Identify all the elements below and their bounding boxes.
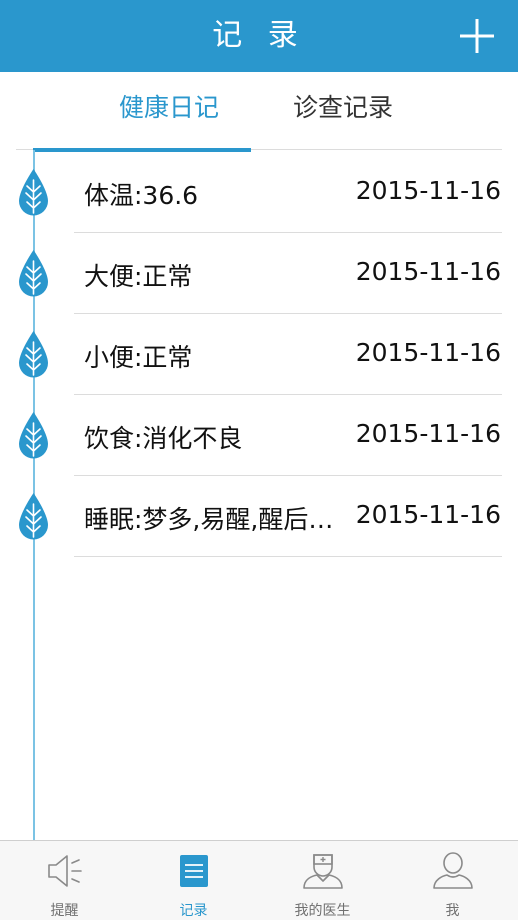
record-list: 体温:36.6 2015-11-16 大便:正常 2015-11-16 小便:正…	[0, 152, 518, 557]
tabbar-item-reminders[interactable]: 提醒	[0, 841, 129, 921]
page-title: 记 录	[212, 18, 306, 53]
row-divider	[74, 556, 502, 557]
record-label: 饮食:消化不良	[84, 424, 243, 453]
record-date: 2015-11-16	[355, 176, 501, 205]
bottom-tab-bar: 提醒 记录 我的医生 我	[0, 840, 518, 920]
tabbar-label: 提醒	[50, 903, 79, 919]
tabbar-item-me[interactable]: 我	[388, 841, 517, 921]
tabbar-label: 我的医生	[294, 903, 351, 919]
speaker-icon	[45, 851, 85, 891]
record-row[interactable]: 大便:正常 2015-11-16	[0, 233, 518, 314]
record-label: 睡眠:梦多,易醒,醒后难以入睡	[84, 505, 346, 534]
record-date: 2015-11-16	[355, 419, 501, 448]
nav-bar: 记 录	[0, 0, 518, 72]
record-row[interactable]: 体温:36.6 2015-11-16	[0, 152, 518, 233]
leaf-drop-icon	[18, 168, 49, 217]
leaf-drop-icon	[18, 330, 49, 379]
tabbar-item-records[interactable]: 记录	[129, 841, 258, 921]
document-icon	[174, 851, 214, 891]
plus-icon	[460, 19, 494, 53]
record-row[interactable]: 饮食:消化不良 2015-11-16	[0, 395, 518, 476]
record-date: 2015-11-16	[355, 500, 501, 529]
record-label: 体温:36.6	[84, 181, 199, 210]
tab-health-diary[interactable]: 健康日记	[119, 88, 219, 124]
leaf-drop-icon	[18, 411, 49, 460]
record-row[interactable]: 小便:正常 2015-11-16	[0, 314, 518, 395]
tabbar-label: 记录	[179, 903, 208, 919]
tabbar-item-my-doctor[interactable]: 我的医生	[258, 841, 387, 921]
record-date: 2015-11-16	[355, 257, 501, 286]
doctor-icon	[301, 851, 345, 891]
segment-tabs: 健康日记 诊查记录	[0, 72, 518, 152]
record-label: 小便:正常	[84, 343, 193, 372]
add-record-button[interactable]	[458, 17, 496, 55]
leaf-drop-icon	[18, 249, 49, 298]
tabbar-label: 我	[445, 903, 460, 919]
user-icon	[431, 851, 475, 891]
record-date: 2015-11-16	[355, 338, 501, 367]
leaf-drop-icon	[18, 492, 49, 541]
tab-exam-records[interactable]: 诊查记录	[293, 88, 393, 124]
record-label: 大便:正常	[84, 262, 193, 291]
record-row[interactable]: 睡眠:梦多,易醒,醒后难以入睡 2015-11-16	[0, 476, 518, 557]
